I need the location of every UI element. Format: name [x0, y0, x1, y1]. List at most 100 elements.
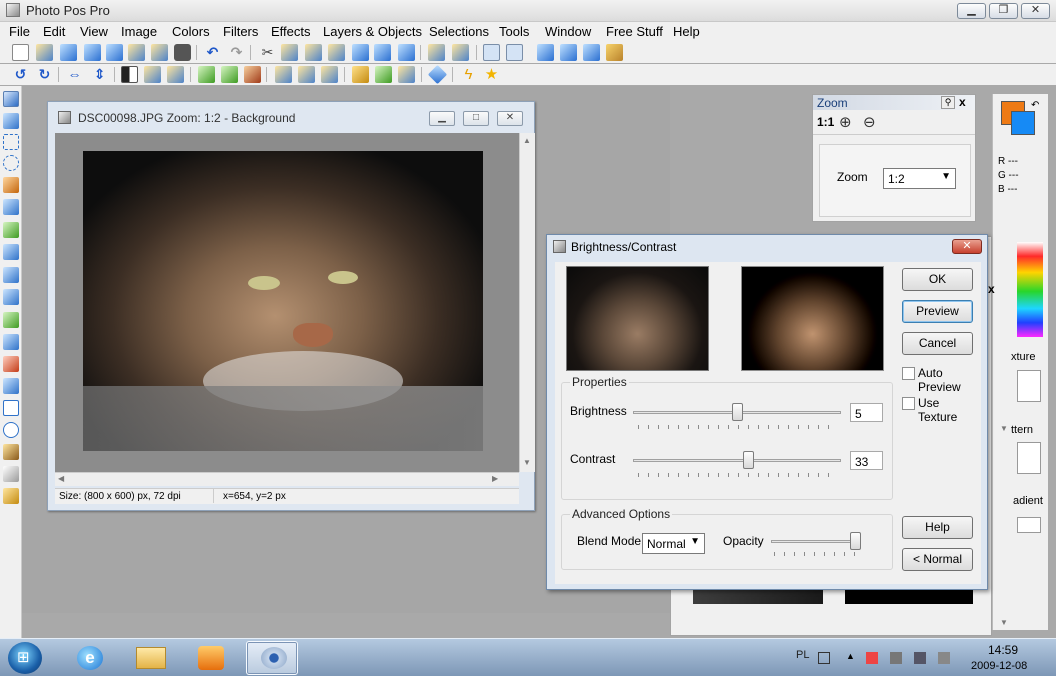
scroll-down-arrow-icon[interactable]: ▼ — [523, 458, 531, 467]
star-icon[interactable]: ★ — [483, 66, 500, 83]
stamp-tool-icon[interactable] — [3, 312, 19, 328]
paste-icon[interactable] — [305, 44, 322, 61]
show-hidden-icons-icon[interactable]: ▲ — [846, 651, 855, 661]
save-icon[interactable] — [84, 44, 101, 61]
keyboard-icon[interactable] — [818, 652, 830, 664]
palette-close-icon[interactable]: x — [988, 282, 995, 296]
zoom-out-icon[interactable]: ⊖ — [863, 113, 876, 131]
normal-button[interactable]: < Normal — [902, 548, 973, 571]
paste-new-icon[interactable] — [328, 44, 345, 61]
scroll-down-arrow-icon[interactable]: ▼ — [1000, 424, 1008, 433]
scroll-down-arrow-icon[interactable]: ▼ — [1000, 618, 1008, 627]
clock-date[interactable]: 2009-12-08 — [971, 660, 1027, 672]
colors-icon[interactable] — [144, 66, 161, 83]
zoom-panel-close-icon[interactable]: x — [959, 95, 966, 109]
print-icon[interactable] — [128, 44, 145, 61]
horizontal-scrollbar[interactable]: ◀ ▶ — [55, 472, 519, 486]
diamond-icon[interactable] — [427, 64, 448, 85]
eraser-tool-icon[interactable] — [3, 466, 19, 482]
histogram-icon[interactable] — [298, 66, 315, 83]
pattern-swatch[interactable] — [1017, 442, 1041, 474]
menu-colors[interactable]: Colors — [172, 24, 210, 39]
brightness-slider-thumb[interactable] — [731, 403, 743, 421]
cut-icon[interactable]: ✂ — [259, 44, 276, 61]
volume-muted-icon[interactable] — [938, 652, 950, 664]
blend-mode-select[interactable]: Normal ▼ — [642, 533, 705, 554]
image-maximize-button[interactable]: □ — [463, 111, 489, 126]
menu-free-stuff[interactable]: Free Stuff — [606, 24, 663, 39]
fill-tool-icon[interactable] — [3, 378, 19, 394]
menu-view[interactable]: View — [80, 24, 108, 39]
scroll-up-arrow-icon[interactable]: ▲ — [523, 136, 531, 145]
effect-brush-icon[interactable] — [3, 488, 19, 504]
effects-icon[interactable] — [398, 66, 415, 83]
text-tool-icon[interactable] — [3, 400, 19, 416]
lightning-icon[interactable]: ϟ — [460, 66, 477, 83]
resize-icon[interactable] — [452, 44, 469, 61]
flip-horizontal-icon[interactable]: ⇔ — [66, 66, 83, 83]
smudge-tool-icon[interactable] — [3, 334, 19, 350]
color-palette[interactable] — [1017, 242, 1043, 337]
menu-layers-objects[interactable]: Layers & Objects — [323, 24, 422, 39]
menu-selections[interactable]: Selections — [429, 24, 489, 39]
pencil-tool-icon[interactable] — [3, 222, 19, 238]
taskbar-media-player[interactable] — [184, 641, 236, 675]
dialog-close-button[interactable]: ✕ — [952, 239, 982, 254]
minimize-button[interactable]: ▁ — [957, 3, 986, 19]
scroll-right-arrow-icon[interactable]: ▶ — [492, 474, 498, 483]
taskbar-photo-pos-pro[interactable] — [246, 641, 298, 675]
canvas-area[interactable] — [55, 133, 519, 472]
contrast-slider-track[interactable] — [633, 459, 841, 462]
image-minimize-button[interactable]: ▁ — [429, 111, 455, 126]
menu-tools[interactable]: Tools — [499, 24, 529, 39]
rect-select-icon[interactable] — [3, 134, 19, 150]
tray-device-icon[interactable] — [890, 652, 902, 664]
cascade-icon[interactable] — [560, 44, 577, 61]
swap-colors-icon[interactable]: ↶ — [1031, 100, 1039, 111]
menu-edit[interactable]: Edit — [43, 24, 65, 39]
auto-levels-icon[interactable] — [167, 66, 184, 83]
shape-tool-icon[interactable] — [3, 422, 19, 438]
texture-icon[interactable] — [375, 66, 392, 83]
maximize-button[interactable]: ❐ — [989, 3, 1018, 19]
image-window[interactable]: DSC00098.JPG Zoom: 1:2 - Background ▁ □ … — [47, 101, 535, 511]
crop-tool-icon[interactable] — [3, 199, 19, 215]
language-indicator[interactable]: PL — [796, 649, 809, 661]
menu-filters[interactable]: Filters — [223, 24, 258, 39]
redo-icon[interactable]: ↷ — [228, 44, 245, 61]
capture-icon[interactable] — [352, 44, 369, 61]
opacity-slider-track[interactable] — [771, 540, 861, 543]
magic-wand-icon[interactable] — [3, 177, 19, 193]
layers-palette-icon[interactable] — [506, 44, 523, 61]
scroll-left-arrow-icon[interactable]: ◀ — [58, 474, 64, 483]
auto-preview-checkbox[interactable] — [902, 367, 915, 380]
contrast-slider-thumb[interactable] — [743, 451, 755, 469]
help-button[interactable]: Help — [902, 516, 973, 539]
zoom-1to1-button[interactable]: 1:1 — [817, 115, 834, 129]
scan-icon[interactable] — [174, 44, 191, 61]
frame-icon[interactable] — [352, 66, 369, 83]
pin-icon[interactable]: ⚲ — [941, 96, 955, 109]
airbrush-tool-icon[interactable] — [3, 267, 19, 283]
use-texture-checkbox[interactable] — [902, 397, 915, 410]
open-file-icon[interactable] — [36, 44, 53, 61]
gradient-swatch[interactable] — [1017, 517, 1041, 533]
screen-icon[interactable] — [374, 44, 391, 61]
grid-icon[interactable] — [537, 44, 554, 61]
use-texture-label[interactable]: Use Texture — [918, 396, 981, 424]
cancel-button[interactable]: Cancel — [902, 332, 973, 355]
zoom-tool-icon[interactable] — [3, 113, 19, 129]
taskbar-internet-explorer[interactable]: e — [63, 641, 115, 675]
auto-preview-label[interactable]: Auto Preview — [918, 366, 981, 394]
taskbar-explorer[interactable] — [124, 641, 176, 675]
clock-time[interactable]: 14:59 — [988, 643, 1018, 657]
tools-palette-icon[interactable] — [483, 44, 500, 61]
brush-tool-icon[interactable] — [3, 244, 19, 260]
zoom-select[interactable]: 1:2 ▼ — [883, 168, 956, 189]
redeye-tool-icon[interactable] — [3, 356, 19, 372]
texture-swatch[interactable] — [1017, 370, 1041, 402]
people-icon[interactable] — [198, 66, 215, 83]
ruler-icon[interactable] — [606, 44, 623, 61]
browse-icon[interactable] — [60, 44, 77, 61]
undo-icon[interactable]: ↶ — [204, 44, 221, 61]
